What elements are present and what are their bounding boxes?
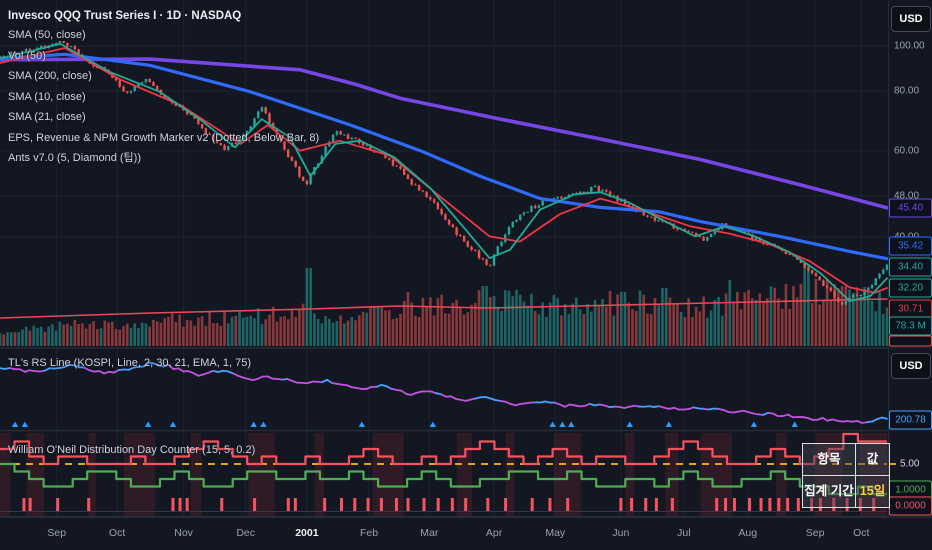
time-axis-label: Dec bbox=[236, 527, 256, 539]
info-table: 항목 값 집계 기간 15일 bbox=[802, 443, 890, 508]
legend-item-vol[interactable]: Vol (50) bbox=[8, 46, 319, 67]
time-axis-label: 2001 bbox=[295, 527, 319, 539]
volume-ma-line bbox=[0, 298, 888, 319]
legend-item-sma10[interactable]: SMA (10, close) bbox=[8, 87, 319, 108]
currency-toggle-main[interactable]: USD bbox=[891, 6, 931, 32]
time-axis-label: Jul bbox=[677, 527, 691, 539]
info-table-row: 집계 기간 15일 bbox=[803, 475, 889, 507]
table-header-value: 값 bbox=[866, 452, 879, 466]
legend: Invesco QQQ Trust Series I · 1D · NASDAQ… bbox=[8, 8, 319, 169]
rs-line-series bbox=[0, 361, 888, 424]
price-axis[interactable] bbox=[888, 0, 932, 517]
symbol-title[interactable]: Invesco QQQ Trust Series I · 1D · NASDAQ bbox=[8, 8, 319, 25]
legend-item-ants[interactable]: Ants v7.0 (5, Diamond (팁)) bbox=[8, 148, 319, 169]
chart-root: Sep Oct Nov Dec 2001 Feb Mar Apr May Jun Jul Aug Sep… bbox=[0, 0, 932, 550]
time-axis-label: Oct bbox=[853, 527, 870, 539]
rs-pane-label[interactable]: TL's RS Line (KOSPI, Line, 2, 30, 21, EM… bbox=[8, 357, 251, 369]
time-axis-label: Oct bbox=[108, 527, 126, 539]
volume-bars bbox=[0, 264, 889, 346]
time-axis-label: Nov bbox=[174, 527, 193, 539]
legend-item-sma50[interactable]: SMA (50, close) bbox=[8, 25, 319, 46]
legend-item-eps-marker[interactable]: EPS, Revenue & NPM Growth Marker v2 (Dot… bbox=[8, 128, 319, 149]
time-axis-label: Apr bbox=[485, 527, 503, 539]
table-header-item: 항목 bbox=[803, 444, 856, 475]
time-axis-label: Mar bbox=[420, 527, 439, 539]
currency-toggle-rs[interactable]: USD bbox=[891, 353, 931, 379]
time-axis-label: Feb bbox=[359, 527, 379, 539]
time-axis[interactable]: Sep Oct Nov Dec 2001 Feb Mar Apr May Jun Jul Aug Sep… bbox=[0, 517, 932, 550]
table-cell-period-label: 집계 기간 bbox=[803, 476, 856, 507]
info-table-header-row: 항목 값 bbox=[803, 444, 889, 475]
time-axis-label: Aug bbox=[738, 527, 758, 539]
legend-item-sma200[interactable]: SMA (200, close) bbox=[8, 66, 319, 87]
table-cell-period-value: 15일 bbox=[859, 484, 886, 498]
time-axis-label: Jun bbox=[612, 527, 630, 539]
time-axis-label: May bbox=[545, 527, 566, 539]
time-axis-label: Sep bbox=[805, 527, 825, 539]
rs-signal-triangles bbox=[11, 421, 798, 427]
time-axis-label: Sep bbox=[47, 527, 67, 539]
dd-pane-label[interactable]: William O'Neil Distribution Day Counter … bbox=[8, 444, 255, 456]
legend-item-sma21[interactable]: SMA (21, close) bbox=[8, 107, 319, 128]
